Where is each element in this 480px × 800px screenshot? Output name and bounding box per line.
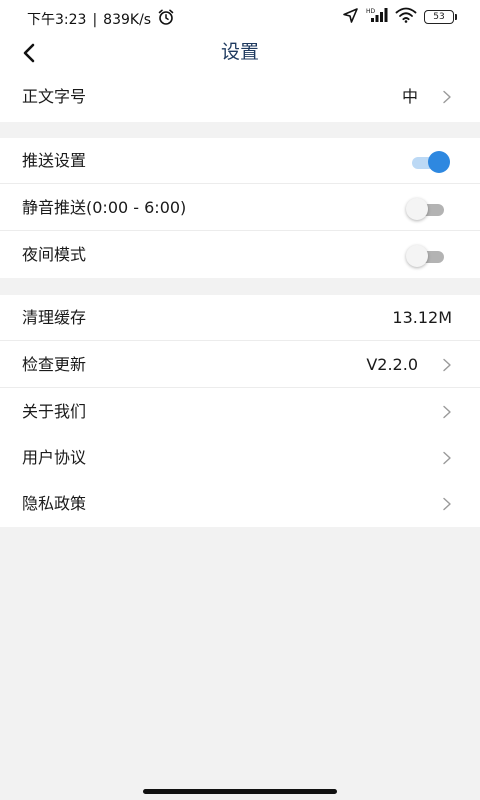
silent-push-row: 静音推送(0:00 - 6:00) (0, 185, 480, 231)
silent-push-toggle[interactable] (406, 198, 452, 220)
night-mode-toggle[interactable] (406, 245, 452, 267)
about-us-row[interactable]: 关于我们 (0, 389, 480, 435)
check-update-label: 检查更新 (22, 355, 87, 374)
toggle-thumb (428, 151, 450, 173)
font-size-value: 中 (401, 87, 418, 106)
about-us-label: 关于我们 (22, 402, 87, 421)
status-separator: | (92, 11, 98, 28)
settings-group-app: 清理缓存 13.12M 检查更新 V2.2.0 关于我们 用户协议 隐私政策 (0, 295, 480, 527)
settings-group-push: 推送设置 静音推送(0:00 - 6:00) 夜间模式 (0, 138, 480, 278)
push-settings-toggle[interactable] (410, 151, 452, 173)
font-size-row[interactable]: 正文字号 中 (0, 74, 480, 120)
chevron-right-icon (443, 358, 451, 372)
clear-cache-row[interactable]: 清理缓存 13.12M (0, 295, 480, 341)
wifi-icon (395, 7, 417, 27)
clear-cache-label: 清理缓存 (22, 308, 87, 327)
check-update-row[interactable]: 检查更新 V2.2.0 (0, 342, 480, 388)
signal-icon: HD (366, 7, 388, 27)
night-mode-row: 夜间模式 (0, 232, 480, 278)
network-speed: 839K/s (103, 11, 152, 28)
chevron-right-icon (443, 90, 451, 104)
status-left: 下午3:23 | 839K/s (27, 8, 175, 31)
chevron-right-icon (443, 451, 451, 465)
push-settings-row: 推送设置 (0, 138, 480, 184)
push-settings-label: 推送设置 (22, 151, 87, 170)
privacy-policy-row[interactable]: 隐私政策 (0, 481, 480, 527)
title-bar: 设置 (0, 34, 480, 74)
toggle-thumb (406, 198, 428, 220)
user-agreement-label: 用户协议 (22, 448, 87, 467)
status-time: 下午3:23 (27, 11, 87, 28)
privacy-policy-label: 隐私政策 (22, 494, 87, 513)
chevron-right-icon (443, 405, 451, 419)
page-title: 设置 (220, 41, 259, 63)
status-bar: 下午3:23 | 839K/s HD 53 (0, 0, 480, 34)
alarm-icon (157, 8, 175, 31)
user-agreement-row[interactable]: 用户协议 (0, 435, 480, 481)
home-indicator[interactable] (143, 789, 337, 794)
night-mode-label: 夜间模式 (22, 245, 87, 264)
toggle-thumb (406, 245, 428, 267)
settings-group-display: 正文字号 中 (0, 74, 480, 122)
location-icon (342, 7, 359, 28)
cache-size-value: 13.12M (392, 308, 452, 327)
chevron-right-icon (443, 497, 451, 511)
app-version-value: V2.2.0 (366, 355, 418, 374)
font-size-label: 正文字号 (22, 87, 87, 106)
status-right: HD 53 (342, 7, 457, 28)
svg-text:HD: HD (366, 8, 376, 15)
silent-push-label: 静音推送(0:00 - 6:00) (22, 198, 187, 217)
battery-icon: 53 (424, 10, 457, 24)
